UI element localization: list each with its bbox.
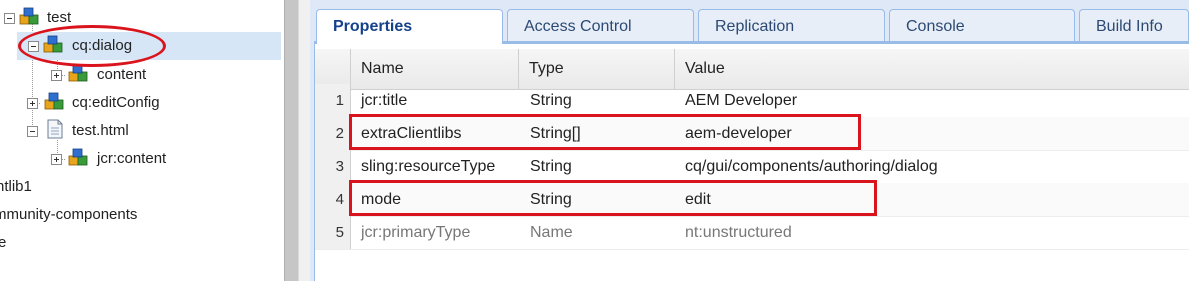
row-number: 3	[315, 150, 351, 183]
column-header-name[interactable]: Name	[351, 49, 519, 89]
node-cubes-icon	[44, 92, 64, 110]
tree-node-label: content	[97, 66, 147, 83]
tree-node-test[interactable]: test	[0, 4, 284, 32]
tab-properties[interactable]: Properties	[316, 9, 503, 44]
properties-grid: Name Type Value 1 jcr:title String AEM D…	[314, 44, 1189, 281]
node-cubes-icon	[19, 7, 39, 25]
table-row[interactable]: 5 jcr:primaryType Name nt:unstructured	[315, 216, 1189, 250]
node-cubes-icon	[68, 64, 88, 82]
tree-node-test-html[interactable]: test.html	[0, 117, 284, 145]
expand-icon[interactable]	[51, 154, 62, 165]
tree-node-content[interactable]: content	[0, 61, 284, 89]
panel-splitter[interactable]	[284, 0, 299, 281]
highlight-box-mode	[349, 180, 877, 216]
highlight-box-extraclientlibs	[349, 114, 861, 150]
tree-node-label: jcr:content	[97, 150, 167, 167]
tree-node-jcr-content[interactable]: jcr:content	[0, 145, 284, 173]
rownum-header	[315, 49, 351, 89]
property-name: jcr:primaryType	[361, 224, 471, 241]
expand-icon[interactable]	[51, 70, 62, 81]
tree-node-label: e	[0, 234, 7, 251]
row-number: 1	[315, 84, 351, 117]
property-value: AEM Developer	[685, 92, 798, 109]
property-name: jcr:title	[361, 92, 408, 109]
expand-icon[interactable]	[27, 98, 38, 109]
tree-node-truncated[interactable]: e	[0, 229, 284, 257]
column-header-type[interactable]: Type	[519, 49, 675, 89]
tab-access-control[interactable]: Access Control	[507, 9, 694, 41]
property-type: Name	[530, 224, 573, 241]
row-number: 2	[315, 117, 351, 150]
tree-node-cq-editconfig[interactable]: cq:editConfig	[0, 89, 284, 117]
row-number: 4	[315, 183, 351, 216]
highlight-oval	[18, 25, 166, 67]
tab-replication[interactable]: Replication	[698, 9, 885, 41]
tree-node-label: test.html	[72, 122, 129, 139]
table-row[interactable]: 3 sling:resourceType String cq/gui/compo…	[315, 150, 1189, 184]
file-icon	[47, 119, 63, 139]
tree-node-label: mmunity-components	[0, 206, 138, 223]
property-value: cq/gui/components/authoring/dialog	[685, 158, 938, 175]
repository-tree: test cq:dialog content cq:editConfig tes…	[0, 0, 284, 281]
property-type: String	[530, 92, 572, 109]
column-header-value[interactable]: Value	[675, 49, 1189, 89]
node-cubes-icon	[68, 148, 88, 166]
property-value: nt:unstructured	[685, 224, 792, 241]
tree-node-label: ntlib1	[0, 178, 32, 195]
property-name: sling:resourceType	[361, 158, 496, 175]
collapse-icon[interactable]	[27, 126, 38, 137]
tree-node-community-components[interactable]: mmunity-components	[0, 201, 284, 229]
tab-build-info[interactable]: Build Info	[1079, 9, 1189, 41]
collapse-icon[interactable]	[4, 13, 15, 24]
tree-node-label: test	[47, 9, 72, 26]
tree-node-clientlib[interactable]: ntlib1	[0, 173, 284, 201]
property-type: String	[530, 158, 572, 175]
row-number: 5	[315, 216, 351, 249]
table-row[interactable]: 1 jcr:title String AEM Developer	[315, 84, 1189, 118]
tree-node-label: cq:editConfig	[72, 94, 160, 111]
tab-console[interactable]: Console	[889, 9, 1075, 41]
